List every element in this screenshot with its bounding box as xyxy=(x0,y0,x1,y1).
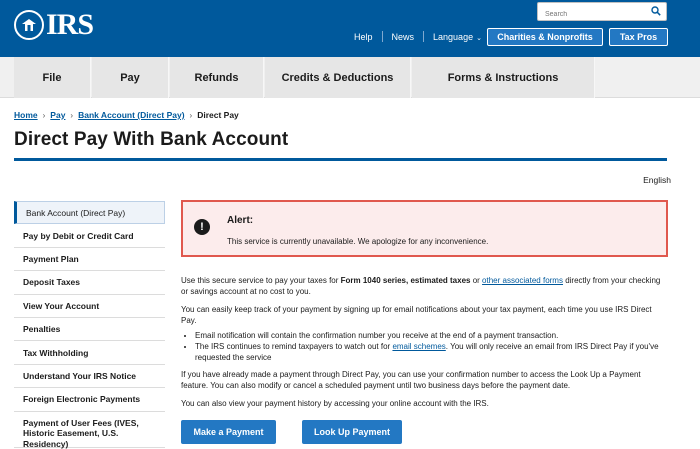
sidebar-item-irs-notice[interactable]: Understand Your IRS Notice xyxy=(14,365,165,389)
sidebar-item-payment-plan[interactable]: Payment Plan xyxy=(14,248,165,272)
sidebar-item-deposit-taxes[interactable]: Deposit Taxes xyxy=(14,271,165,295)
list-item: The IRS continues to remind taxpayers to… xyxy=(195,341,668,363)
logo-text: IRS xyxy=(46,8,94,41)
intro-paragraph: Use this secure service to pay your taxe… xyxy=(181,275,668,297)
charities-nonprofits-button[interactable]: Charities & Nonprofits xyxy=(487,28,603,46)
list-item: Email notification will contain the conf… xyxy=(195,330,668,341)
page-title: Direct Pay With Bank Account xyxy=(14,129,289,150)
sidebar-item-user-fees[interactable]: Payment of User Fees (IVES, Historic Eas… xyxy=(14,412,165,449)
main-content: Use this secure service to pay your taxe… xyxy=(181,275,668,416)
title-divider xyxy=(14,158,667,161)
search-box xyxy=(537,2,667,23)
bullet-text: The IRS continues to remind taxpayers to… xyxy=(195,342,393,351)
language-link-english[interactable]: English xyxy=(643,175,671,185)
email-schemes-link[interactable]: email schemes xyxy=(392,342,445,351)
intro-text-or: or xyxy=(470,276,483,285)
chevron-right-icon: › xyxy=(70,110,74,120)
search-icon[interactable] xyxy=(651,6,661,16)
nav-item-credits-deductions[interactable]: Credits & Deductions xyxy=(265,57,411,98)
notification-list: Email notification will contain the conf… xyxy=(195,330,668,363)
divider xyxy=(381,31,383,42)
breadcrumb: Home › Pay › Bank Account (Direct Pay) ›… xyxy=(14,110,239,120)
alert-message: This service is currently unavailable. W… xyxy=(227,237,489,246)
eagle-icon xyxy=(14,10,44,40)
nav-item-pay[interactable]: Pay xyxy=(92,57,169,98)
breadcrumb-bank-account[interactable]: Bank Account (Direct Pay) xyxy=(78,110,184,120)
breadcrumb-pay[interactable]: Pay xyxy=(50,110,65,120)
language-menu[interactable]: Language ⌄ xyxy=(433,32,482,42)
make-payment-button[interactable]: Make a Payment xyxy=(181,420,276,444)
language-label: Language xyxy=(433,31,474,42)
chevron-right-icon: › xyxy=(189,110,193,120)
nav-item-forms-instructions[interactable]: Forms & Instructions xyxy=(412,57,595,98)
sidebar-nav: Bank Account (Direct Pay) Pay by Debit o… xyxy=(14,201,165,449)
history-paragraph: You can also view your payment history b… xyxy=(181,399,489,408)
alert-banner: ! Alert: This service is currently unava… xyxy=(181,200,668,257)
sidebar-item-debit-credit-card[interactable]: Pay by Debit or Credit Card xyxy=(14,224,165,248)
sidebar-item-foreign-payments[interactable]: Foreign Electronic Payments xyxy=(14,388,165,412)
news-link[interactable]: News xyxy=(392,32,415,42)
irs-logo[interactable]: IRS xyxy=(14,8,94,41)
sidebar-item-penalties[interactable]: Penalties xyxy=(14,318,165,342)
sidebar-item-view-account[interactable]: View Your Account xyxy=(14,295,165,318)
form-1040-text: Form 1040 series, estimated taxes xyxy=(340,276,471,285)
nav-item-file[interactable]: File xyxy=(14,57,91,98)
breadcrumb-home[interactable]: Home xyxy=(14,110,38,120)
intro-text: Use this secure service to pay your taxe… xyxy=(181,276,341,285)
main-nav: File Pay Refunds Credits & Deductions Fo… xyxy=(0,57,700,98)
sidebar-item-bank-account[interactable]: Bank Account (Direct Pay) xyxy=(14,201,165,225)
alert-title: Alert: xyxy=(227,215,254,226)
utility-links: Help News Language ⌄ xyxy=(354,31,482,42)
sidebar-item-tax-withholding[interactable]: Tax Withholding xyxy=(14,341,165,365)
search-input[interactable] xyxy=(538,6,643,23)
chevron-down-icon: ⌄ xyxy=(476,34,482,42)
nav-item-refunds[interactable]: Refunds xyxy=(170,57,264,98)
chevron-right-icon: › xyxy=(42,110,46,120)
help-link[interactable]: Help xyxy=(354,32,373,42)
look-up-payment-button[interactable]: Look Up Payment xyxy=(302,420,402,444)
site-header: IRS Help News Language⌄ Charities & Nonp… xyxy=(0,0,700,57)
other-forms-link[interactable]: other associated forms xyxy=(482,276,563,285)
tax-pros-button[interactable]: Tax Pros xyxy=(609,28,668,46)
breadcrumb-current: Direct Pay xyxy=(197,110,239,120)
notification-paragraph: You can easily keep track of your paymen… xyxy=(181,305,652,325)
exclamation-icon: ! xyxy=(194,219,210,235)
divider xyxy=(423,31,425,42)
lookup-paragraph: If you have already made a payment throu… xyxy=(181,370,641,390)
